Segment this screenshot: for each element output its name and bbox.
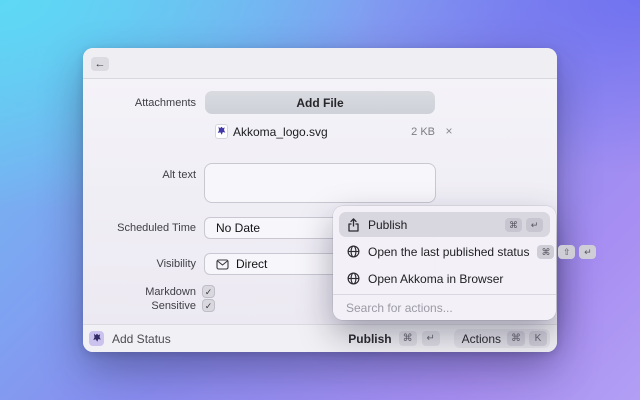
visibility-value: Direct bbox=[236, 257, 268, 271]
visibility-label: Visibility bbox=[156, 258, 196, 270]
markdown-checkbox[interactable]: ✓ bbox=[202, 285, 215, 298]
attachment-filename: Akkoma_logo.svg bbox=[233, 125, 328, 139]
cmd-key-badge: ⌘ bbox=[537, 244, 555, 259]
desktop-background: ← Attachments Add File Akkoma_logo.svg 2… bbox=[0, 0, 640, 400]
palette-item-open-in-browser[interactable]: Open Akkoma in Browser bbox=[339, 266, 550, 291]
command-palette: Publish ⌘ ↵ Open the last published stat… bbox=[333, 206, 597, 321]
alt-text-input[interactable] bbox=[204, 163, 436, 203]
check-icon: ✓ bbox=[204, 301, 213, 311]
close-icon: × bbox=[445, 124, 453, 138]
palette-item-label: Open the last published status bbox=[368, 244, 530, 259]
return-key-badge: ↵ bbox=[579, 244, 597, 259]
attachments-label: Attachments bbox=[134, 97, 196, 109]
palette-search-row bbox=[333, 294, 556, 321]
globe-icon bbox=[346, 272, 360, 286]
statusbar-actions: Publish ⌘ ↵ Actions ⌘ K bbox=[348, 329, 550, 348]
k-key-badge: K bbox=[529, 331, 547, 346]
window-mode-label: Add Status bbox=[112, 331, 171, 346]
markdown-label: Markdown bbox=[145, 286, 196, 298]
palette-item-publish[interactable]: Publish ⌘ ↵ bbox=[339, 212, 550, 237]
palette-item-label: Publish bbox=[368, 217, 408, 232]
back-arrow-icon: ← bbox=[94, 57, 106, 70]
sensitive-checkbox[interactable]: ✓ bbox=[202, 299, 215, 312]
shortcut-keys: ⌘ ↵ bbox=[505, 217, 543, 232]
status-bar: Add Status Publish ⌘ ↵ Actions ⌘ K bbox=[83, 324, 557, 352]
attachment-filesize: 2 KB bbox=[411, 126, 435, 138]
return-key-badge: ↵ bbox=[421, 331, 440, 346]
publish-button[interactable]: Publish bbox=[348, 332, 391, 346]
sensitive-label: Sensitive bbox=[151, 300, 196, 312]
palette-search-input[interactable] bbox=[346, 301, 543, 315]
palette-item-label: Open Akkoma in Browser bbox=[368, 271, 504, 286]
return-key-badge: ↵ bbox=[526, 217, 543, 232]
shift-key-badge: ⇧ bbox=[558, 244, 576, 259]
back-button[interactable]: ← bbox=[91, 57, 109, 71]
akkoma-file-icon bbox=[215, 124, 228, 139]
actions-label: Actions bbox=[461, 331, 501, 346]
check-icon: ✓ bbox=[204, 287, 213, 297]
envelope-icon bbox=[216, 258, 229, 270]
attachment-row: Akkoma_logo.svg 2 KB × bbox=[205, 123, 547, 141]
remove-attachment-button[interactable]: × bbox=[441, 123, 457, 139]
globe-icon bbox=[346, 245, 360, 259]
alt-text-label: Alt text bbox=[162, 169, 196, 181]
cmd-key-badge: ⌘ bbox=[398, 331, 417, 346]
titlebar: ← bbox=[83, 48, 557, 79]
scheduled-time-label: Scheduled Time bbox=[117, 222, 196, 234]
upload-icon bbox=[346, 217, 360, 232]
akkoma-app-icon bbox=[89, 331, 104, 346]
cmd-key-badge: ⌘ bbox=[507, 331, 525, 346]
actions-button[interactable]: Actions ⌘ K bbox=[453, 329, 550, 348]
cmd-key-badge: ⌘ bbox=[505, 217, 522, 232]
add-file-button[interactable]: Add File bbox=[205, 91, 435, 114]
shortcut-keys: ⌘ ⇧ ↵ bbox=[537, 244, 597, 259]
compose-window: ← Attachments Add File Akkoma_logo.svg 2… bbox=[83, 48, 597, 352]
scheduled-time-value: No Date bbox=[216, 221, 261, 235]
palette-item-open-last-published[interactable]: Open the last published status ⌘ ⇧ ↵ bbox=[339, 239, 597, 264]
